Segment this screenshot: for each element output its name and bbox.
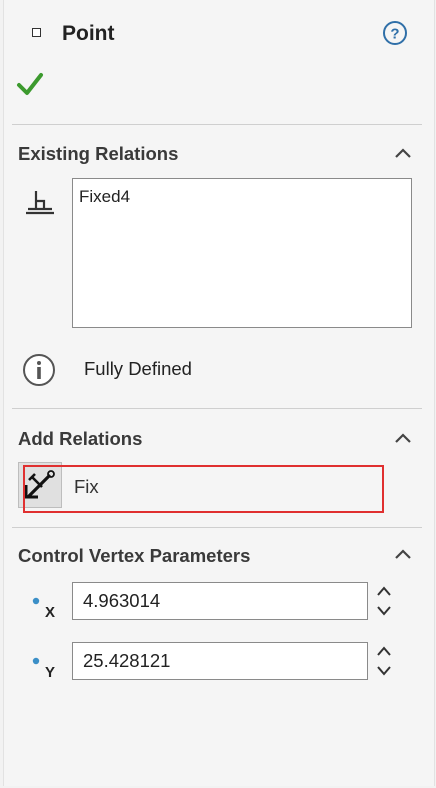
chevron-up-icon[interactable]: [393, 547, 413, 561]
divider: [12, 408, 422, 409]
relation-icon: [26, 191, 54, 215]
chevron-up-icon[interactable]: [393, 431, 413, 445]
add-relations-title: Add Relations: [18, 428, 143, 449]
status-text: Fully Defined: [84, 358, 192, 379]
x-coordinate-icon: X: [32, 597, 55, 621]
x-value-input[interactable]: [72, 582, 368, 620]
svg-text:?: ?: [390, 26, 399, 43]
panel-title: Point: [62, 22, 115, 45]
question-circle-icon[interactable]: ?: [382, 20, 408, 46]
divider: [12, 124, 422, 125]
divider: [12, 527, 422, 528]
svg-text:Y: Y: [45, 664, 55, 681]
existing-relations-list[interactable]: Fixed4: [72, 178, 412, 328]
property-manager-panel: Point ? Existing Relations Fixed4 Fully …: [3, 0, 435, 786]
y-value-input[interactable]: [72, 642, 368, 680]
highlight-box: [23, 465, 384, 513]
point-icon: [32, 28, 41, 37]
existing-relations-title: Existing Relations: [18, 143, 179, 164]
control-vertex-title: Control Vertex Parameters: [18, 545, 251, 566]
y-spinner[interactable]: [375, 642, 393, 680]
y-coordinate-icon: Y: [32, 657, 55, 681]
green-checkmark-icon[interactable]: [16, 70, 44, 98]
x-spinner[interactable]: [375, 582, 393, 620]
chevron-up-icon[interactable]: [393, 146, 413, 160]
svg-text:X: X: [45, 604, 55, 621]
info-circle-icon: [23, 354, 55, 386]
list-item[interactable]: Fixed4: [79, 187, 130, 207]
